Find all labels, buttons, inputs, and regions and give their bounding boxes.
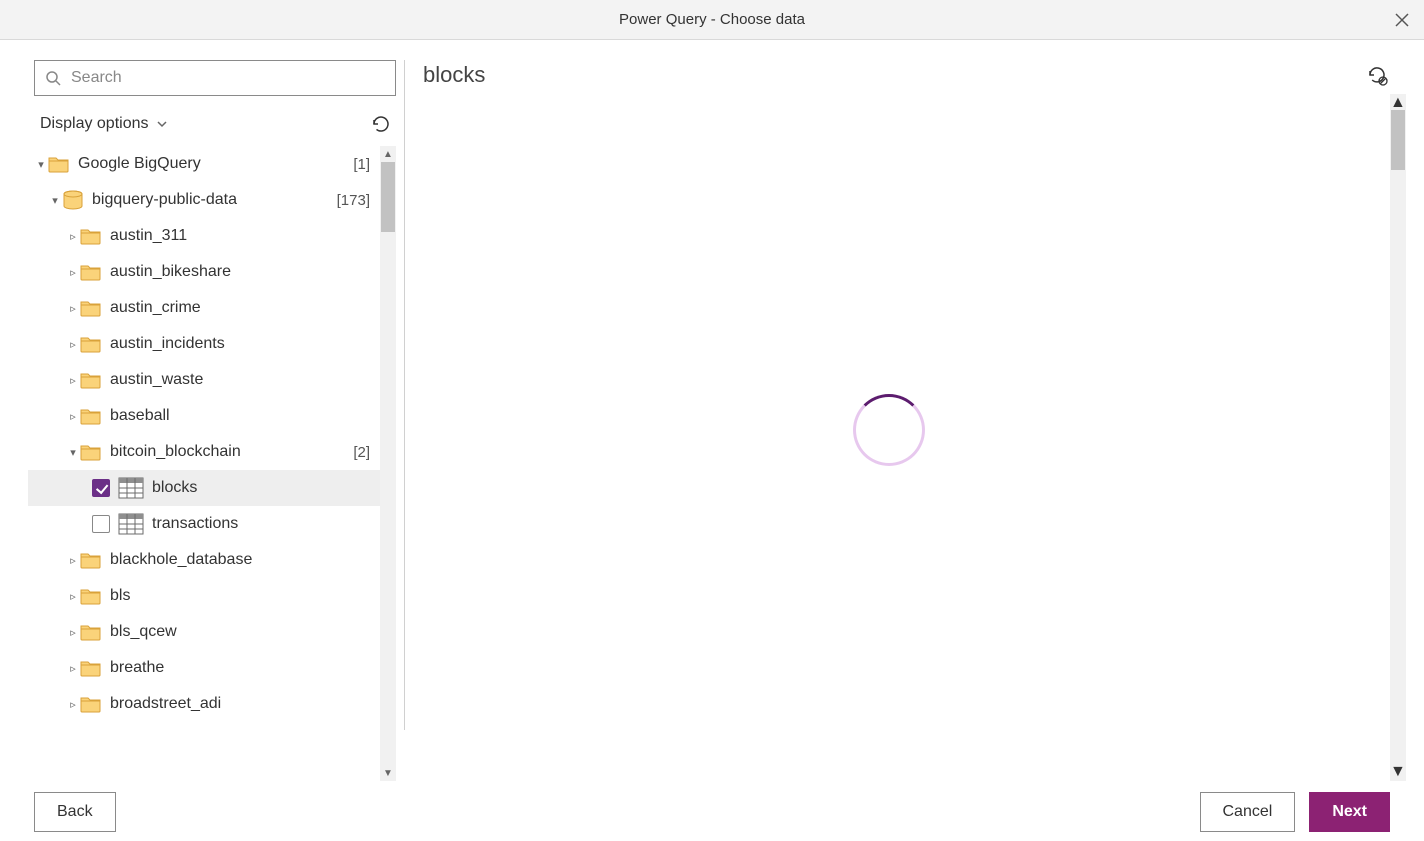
- database-icon: [62, 190, 84, 210]
- cancel-button[interactable]: Cancel: [1200, 792, 1296, 832]
- tree-node-count: [2]: [353, 444, 374, 461]
- refresh-tree-button[interactable]: [368, 111, 394, 137]
- folder-icon: [48, 155, 70, 173]
- folder-icon: [80, 371, 102, 389]
- caret-right-icon: ▹: [66, 410, 80, 423]
- caret-right-icon: ▹: [66, 662, 80, 675]
- folder-icon: [80, 227, 102, 245]
- tree-node-root[interactable]: ▾ Google BigQuery [1]: [28, 146, 380, 182]
- tree-node-label: breathe: [110, 659, 164, 677]
- table-icon: [118, 513, 144, 535]
- search-input[interactable]: [69, 68, 385, 88]
- scroll-down-icon: ▼: [1390, 763, 1406, 781]
- caret-right-icon: ▹: [66, 338, 80, 351]
- search-box[interactable]: [34, 60, 396, 96]
- folder-icon: [80, 551, 102, 569]
- preview-title: blocks: [423, 62, 485, 88]
- folder-icon: [80, 659, 102, 677]
- tree-node-label: Google BigQuery: [78, 155, 201, 173]
- scroll-up-icon: ▲: [380, 146, 396, 162]
- tree-node-label: broadstreet_adi: [110, 695, 221, 713]
- refresh-cancel-icon: [1366, 64, 1388, 86]
- window-title: Power Query - Choose data: [619, 11, 805, 28]
- tree-node-label: baseball: [110, 407, 170, 425]
- dialog-footer: Back Cancel Next: [0, 781, 1424, 841]
- caret-right-icon: ▹: [66, 230, 80, 243]
- tree-node-label: bls: [110, 587, 130, 605]
- table-icon: [118, 477, 144, 499]
- tree-node-dataset[interactable]: ▹ bls_qcew: [28, 614, 380, 650]
- refresh-icon: [371, 114, 391, 134]
- tree-node-database[interactable]: ▾ bigquery-public-data [173]: [28, 182, 380, 218]
- tree-node-dataset[interactable]: ▹ austin_crime: [28, 290, 380, 326]
- folder-icon: [80, 623, 102, 641]
- folder-icon: [80, 443, 102, 461]
- folder-icon: [80, 695, 102, 713]
- panel-divider: [404, 60, 405, 730]
- loading-spinner: [853, 394, 925, 466]
- folder-icon: [80, 335, 102, 353]
- tree-node-label: transactions: [152, 515, 238, 533]
- titlebar: Power Query - Choose data: [0, 0, 1424, 40]
- tree-node-label: austin_bikeshare: [110, 263, 231, 281]
- display-options-label: Display options: [40, 115, 149, 133]
- tree-node-label: bitcoin_blockchain: [110, 443, 241, 461]
- table-checkbox[interactable]: [92, 515, 110, 533]
- tree-node-dataset[interactable]: ▹ austin_311: [28, 218, 380, 254]
- tree-node-dataset-expanded[interactable]: ▾ bitcoin_blockchain [2]: [28, 434, 380, 470]
- tree-node-label: austin_incidents: [110, 335, 225, 353]
- tree-node-dataset[interactable]: ▹ baseball: [28, 398, 380, 434]
- tree-node-label: austin_crime: [110, 299, 201, 317]
- close-button[interactable]: [1390, 8, 1414, 32]
- display-options-button[interactable]: Display options: [40, 115, 169, 133]
- tree-node-label: bigquery-public-data: [92, 191, 237, 209]
- scrollbar-thumb[interactable]: [381, 162, 395, 232]
- tree-node-count: [173]: [337, 192, 374, 209]
- preview-panel: blocks ▲ ▼: [423, 60, 1406, 781]
- tree-node-table[interactable]: transactions: [28, 506, 380, 542]
- refresh-preview-button[interactable]: [1364, 62, 1390, 88]
- tree-node-dataset[interactable]: ▹ austin_waste: [28, 362, 380, 398]
- tree-node-dataset[interactable]: ▹ breathe: [28, 650, 380, 686]
- chevron-down-icon: [155, 117, 169, 131]
- tree-node-table[interactable]: blocks: [28, 470, 380, 506]
- tree-node-dataset[interactable]: ▹ bls: [28, 578, 380, 614]
- tree-node-count: [1]: [353, 156, 374, 173]
- tree-node-dataset[interactable]: ▹ austin_incidents: [28, 326, 380, 362]
- back-button[interactable]: Back: [34, 792, 116, 832]
- tree-scrollbar[interactable]: ▲ ▼: [380, 146, 396, 781]
- folder-icon: [80, 263, 102, 281]
- next-button[interactable]: Next: [1309, 792, 1390, 832]
- caret-down-icon: ▾: [48, 194, 62, 207]
- scrollbar-thumb[interactable]: [1391, 110, 1405, 170]
- caret-right-icon: ▹: [66, 626, 80, 639]
- caret-right-icon: ▹: [66, 374, 80, 387]
- caret-right-icon: ▹: [66, 554, 80, 567]
- close-icon: [1395, 13, 1409, 27]
- table-checkbox[interactable]: [92, 479, 110, 497]
- folder-icon: [80, 587, 102, 605]
- data-source-tree: ▾ Google BigQuery [1] ▾ bigquery-public-…: [28, 146, 380, 781]
- tree-node-label: bls_qcew: [110, 623, 177, 641]
- tree-node-dataset[interactable]: ▹ broadstreet_adi: [28, 686, 380, 722]
- navigator-panel: Display options ▾ Google BigQuery [1] ▾: [34, 60, 396, 781]
- caret-down-icon: ▾: [34, 158, 48, 171]
- preview-scrollbar[interactable]: ▲ ▼: [1390, 94, 1406, 781]
- folder-icon: [80, 407, 102, 425]
- tree-node-label: blocks: [152, 479, 197, 497]
- tree-node-dataset[interactable]: ▹ blackhole_database: [28, 542, 380, 578]
- caret-down-icon: ▾: [66, 446, 80, 459]
- scroll-down-icon: ▼: [380, 765, 396, 781]
- folder-icon: [80, 299, 102, 317]
- tree-node-label: austin_311: [110, 227, 187, 245]
- caret-right-icon: ▹: [66, 266, 80, 279]
- caret-right-icon: ▹: [66, 590, 80, 603]
- caret-right-icon: ▹: [66, 698, 80, 711]
- tree-node-label: austin_waste: [110, 371, 203, 389]
- tree-node-label: blackhole_database: [110, 551, 252, 569]
- tree-node-dataset[interactable]: ▹ austin_bikeshare: [28, 254, 380, 290]
- search-icon: [45, 70, 61, 86]
- caret-right-icon: ▹: [66, 302, 80, 315]
